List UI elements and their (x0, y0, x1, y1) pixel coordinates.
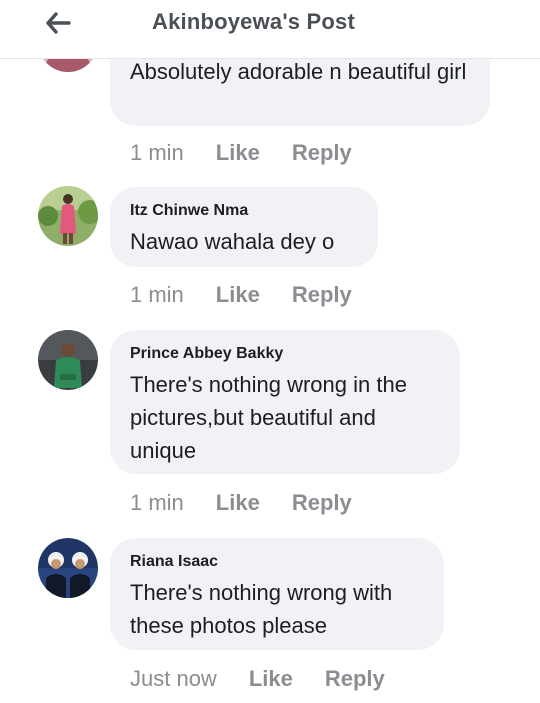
avatar[interactable] (38, 538, 98, 598)
page-title: Akinboyewa's Post (152, 9, 356, 34)
comment-time: Just now (130, 666, 217, 691)
comment-time: 1 min (130, 490, 184, 515)
comment-bubble[interactable]: Itz Chinwe Nma Nawao wahala dey o (110, 187, 378, 267)
avatar[interactable] (38, 186, 98, 246)
comment-author[interactable]: Riana Isaac (130, 552, 424, 572)
reply-link[interactable]: Reply (292, 490, 352, 516)
comment-text: Nawao wahala dey o (130, 229, 335, 254)
like-link[interactable]: Like (216, 282, 260, 308)
comment-actions: 1 min Like Reply (130, 282, 352, 308)
comment-actions: 1 min Like Reply (130, 490, 352, 516)
reply-link[interactable]: Reply (325, 666, 385, 692)
comment-bubble[interactable]: Riana Isaac There's nothing wrong with t… (110, 538, 444, 650)
like-link[interactable]: Like (249, 666, 293, 692)
comment-text: Absolutely adorable n beautiful girl (130, 59, 467, 84)
back-arrow-icon (46, 12, 71, 34)
comment-actions: 1 min Like Reply (130, 140, 352, 166)
back-button[interactable] (38, 8, 78, 38)
comment-text: There's nothing wrong in the pictures,bu… (130, 372, 407, 463)
reply-link[interactable]: Reply (292, 282, 352, 308)
avatar[interactable] (38, 330, 98, 390)
post-header: Akinboyewa's Post (0, 0, 540, 59)
comment-time: 1 min (130, 140, 184, 165)
comment-bubble[interactable]: Prince Abbey Bakky There's nothing wrong… (110, 330, 460, 474)
comment-author[interactable]: Prince Abbey Bakky (130, 344, 440, 364)
like-link[interactable]: Like (216, 490, 260, 516)
like-link[interactable]: Like (216, 140, 260, 166)
comments-list: Absolutely adorable n beautiful girl 1 m… (0, 0, 540, 703)
comment-author[interactable]: Itz Chinwe Nma (130, 201, 358, 221)
reply-link[interactable]: Reply (292, 140, 352, 166)
comment-actions: Just now Like Reply (130, 666, 385, 692)
comment-time: 1 min (130, 282, 184, 307)
comment-text: There's nothing wrong with these photos … (130, 580, 393, 638)
